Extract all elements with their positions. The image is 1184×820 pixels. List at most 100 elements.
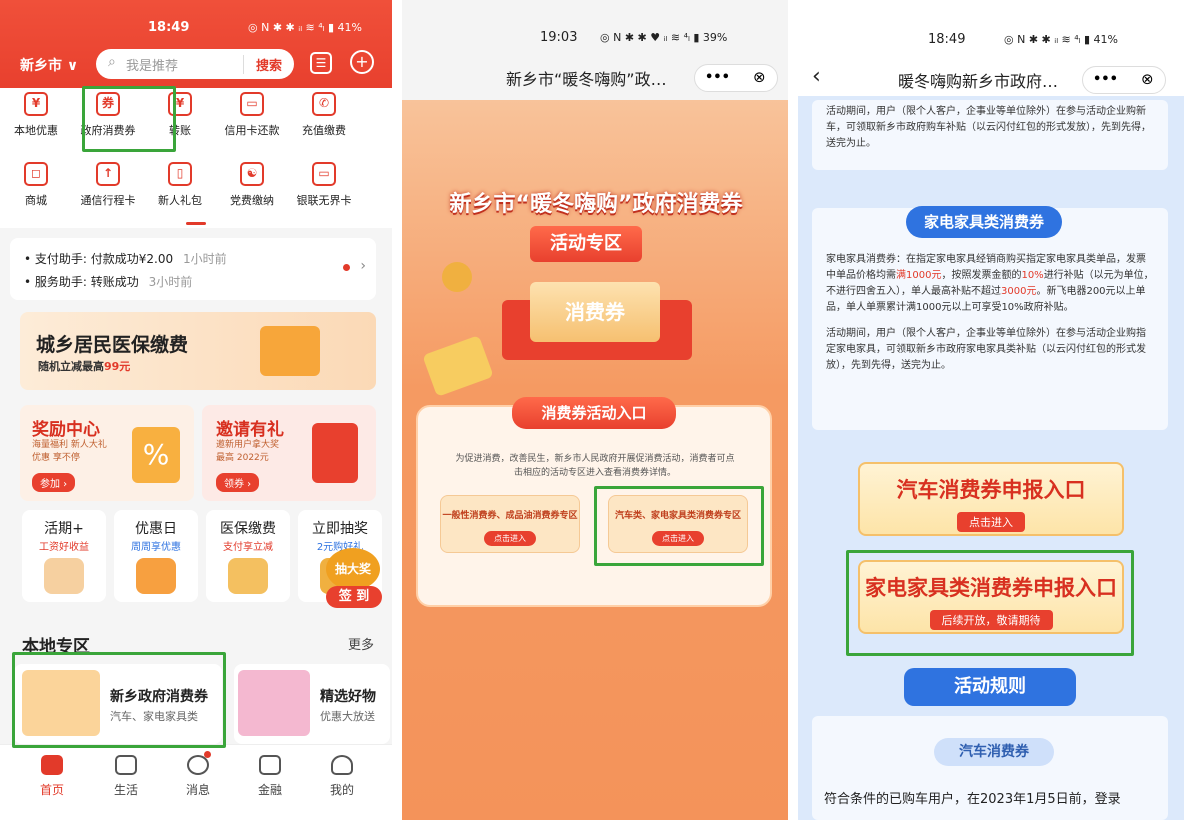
tile-sub: 支付享立减 — [223, 542, 273, 553]
chevron-right-icon: › — [360, 258, 366, 274]
quick-icon-credit-card-repay[interactable]: ▭ 信用卡还款 — [216, 92, 288, 138]
tile-medical-insurance[interactable]: 医保缴费 支付享立减 — [206, 510, 290, 602]
party-fee-icon: ☯ — [240, 162, 264, 186]
quick-icon-newbie-gift[interactable]: ▯ 新人礼包 — [144, 162, 216, 208]
enter-button[interactable]: 点击进入 — [652, 531, 704, 546]
sign-in-button[interactable]: 签 到 — [326, 586, 382, 608]
reward-join-button[interactable]: 参加 › — [32, 473, 76, 492]
quick-icon-local-discount[interactable]: ¥ 本地优惠 — [0, 92, 72, 138]
more-button[interactable]: ••• — [1093, 72, 1118, 87]
quick-icon-gov-coupon[interactable]: 券政府消费券 — [72, 92, 144, 138]
quick-icon-label: 新人礼包 — [158, 194, 202, 207]
coupon-image: 消费券 — [530, 282, 660, 342]
tile-discount-day[interactable]: 优惠日 周周享优惠 — [114, 510, 198, 602]
local-section-title: 本地专区 — [22, 637, 90, 657]
appliance-coupon-apply-entry[interactable]: 家电家具类消费券申报入口 后续开放，敬请期待 — [858, 560, 1124, 634]
gift-box-image — [260, 326, 320, 376]
rules-heading: 活动规则 — [904, 668, 1076, 706]
notice-1: • 支付助手: 付款成功¥2.00 — [24, 252, 174, 266]
invite-button[interactable]: 领券 › — [216, 473, 260, 492]
rules-text: 符合条件的已购车用户，在2023年1月5日前，登录 — [824, 792, 1121, 807]
capsule-menu: ••• ⊗ — [1082, 66, 1166, 94]
status-time: 19:03 — [540, 30, 578, 45]
local-item-title: 新乡政府消费券 — [110, 689, 208, 705]
unionpay-card-icon: ▭ — [312, 162, 336, 186]
appliance-coupon-card: 家电家具消费券：在指定家电家具经销商购买指定家电家具类单品，发票中单品价格均需满… — [812, 208, 1168, 430]
notice-1-time: 1小时前 — [182, 252, 227, 266]
coin-image — [442, 262, 472, 292]
page-title: 暖冬嗨购新乡市政府… — [898, 72, 1059, 91]
draw-badge[interactable]: 抽大奖 — [326, 548, 380, 590]
back-icon[interactable]: ‹ — [812, 64, 821, 89]
status-time: 18:49 — [928, 32, 966, 47]
quick-icon-label: 通信行程卡 — [80, 194, 136, 207]
page-indicator — [186, 222, 206, 225]
rule-highlight: 满1000元 — [896, 270, 942, 281]
invite-card[interactable]: 邀请有礼 邀新用户拿大奖 最高 2022元 领券 › — [202, 405, 376, 501]
activity-zone-button[interactable]: 活动专区 — [530, 226, 642, 262]
quick-icon-transfer[interactable]: ¥ 转账 — [144, 92, 216, 138]
enter-button[interactable]: 点击进入 — [957, 512, 1025, 532]
coupon-envelope-image — [22, 670, 100, 736]
coming-soon-button[interactable]: 后续开放，敬请期待 — [929, 610, 1053, 630]
mall-icon: ◻ — [24, 162, 48, 186]
invite-sub: 邀新用户拿大奖 最高 2022元 — [216, 440, 280, 463]
add-icon[interactable]: + — [350, 50, 374, 74]
city-selector[interactable]: 新乡市 ∨ — [20, 55, 78, 75]
entry-title: 消费券活动入口 — [512, 397, 676, 429]
car-coupon-tag: 汽车消费券 — [934, 738, 1054, 766]
notice-card[interactable]: • 支付助手: 付款成功¥2.00 1小时前 • 服务助手: 转账成功 3小时前… — [10, 238, 376, 300]
quick-icon-recharge[interactable]: ✆ 充值缴费 — [288, 92, 360, 138]
tile-image — [44, 558, 84, 594]
tile-savings[interactable]: 活期+ 工资好收益 — [22, 510, 106, 602]
nav-label: 我的 — [329, 783, 354, 797]
scan-icon[interactable]: ☰ — [310, 52, 332, 74]
search-button[interactable]: 搜索 — [242, 55, 282, 74]
general-coupon-zone[interactable]: 一般性消费券、成品油消费券专区 点击进入 — [440, 495, 580, 553]
status-icons: ◎ N ✱ ✱ ᵢₗ ≋ ⁴ₗ ▮ 41% — [1004, 33, 1118, 46]
local-item-gov-coupon[interactable]: 新乡政府消费券 汽车、家电家具类 — [14, 664, 222, 744]
search-input[interactable]: ⌕ 我是推荐 搜索 — [96, 49, 294, 79]
quick-icon-label: 党费缴纳 — [230, 194, 274, 207]
bottom-nav: 首页 生活 消息 金融 我的 — [0, 744, 392, 820]
close-icon[interactable]: ⊗ — [753, 68, 766, 86]
status-time: 18:49 — [148, 20, 190, 35]
message-badge — [204, 751, 211, 758]
notice-2-time: 3小时前 — [148, 275, 193, 289]
more-button[interactable]: ••• — [705, 70, 730, 85]
car-appliance-coupon-zone[interactable]: 汽车类、家电家具类消费券专区 点击进入 — [608, 495, 748, 553]
nav-messages[interactable]: 消息 — [174, 755, 222, 798]
quick-icon-mall[interactable]: ◻ 商城 — [0, 162, 72, 208]
tile-sub: 周周享优惠 — [131, 542, 181, 553]
nav-me[interactable]: 我的 — [318, 755, 366, 798]
search-placeholder: 我是推荐 — [126, 59, 179, 74]
enter-button[interactable]: 点击进入 — [484, 531, 536, 546]
reward-center-card[interactable]: 奖励中心 海量福利 新人大礼 优惠 享不停 参加 › % — [20, 405, 194, 501]
nav-label: 首页 — [39, 783, 64, 797]
home-icon — [41, 755, 63, 775]
quick-icon-party-fee[interactable]: ☯ 党费缴纳 — [216, 162, 288, 208]
tile-title: 活期+ — [44, 521, 84, 537]
info-text: 活动期间，用户（限个人客户，企事业等单位除外）在参与活动企业购新车，可领取新乡市… — [826, 106, 1151, 149]
appliance-rule-text: 家电家具消费券：在指定家电家具经销商购买指定家电家具类单品，发票中单品价格均需满… — [826, 252, 1154, 316]
car-coupon-apply-entry[interactable]: 汽车消费券申报入口 点击进入 — [858, 462, 1124, 536]
quick-icon-label: 政府消费券 — [80, 124, 136, 137]
quick-icon-travel-card[interactable]: ↑ 通信行程卡 — [72, 162, 144, 208]
close-icon[interactable]: ⊗ — [1141, 70, 1154, 88]
quick-icon-unionpay-card[interactable]: ▭ 银联无界卡 — [288, 162, 360, 208]
insurance-banner[interactable]: 城乡居民医保缴费 随机立减最高99元 — [20, 312, 376, 390]
banner-sub: 随机立减最高 — [38, 360, 104, 373]
reward-title: 奖励中心 — [32, 420, 100, 440]
nav-label: 消息 — [185, 783, 210, 797]
nav-life[interactable]: 生活 — [102, 755, 150, 798]
tile-sub: 工资好收益 — [39, 542, 89, 553]
hero-title: 新乡市“暖冬嗨购”政府消费券 — [449, 192, 743, 217]
zone-title: 一般性消费券、成品油消费券专区 — [442, 511, 578, 521]
local-item-goods[interactable]: 精选好物 优惠大放送 — [234, 664, 390, 744]
more-link[interactable]: 更多 — [348, 634, 374, 653]
nav-home[interactable]: 首页 — [28, 755, 76, 798]
local-item-sub: 优惠大放送 — [320, 710, 375, 723]
status-icons: ◎ N ✱ ✱ ♥ ᵢₗ ≋ ⁴ₗ ▮ 39% — [600, 31, 728, 44]
tile-title: 立即抽奖 — [312, 521, 368, 537]
nav-finance[interactable]: 金融 — [246, 755, 294, 798]
